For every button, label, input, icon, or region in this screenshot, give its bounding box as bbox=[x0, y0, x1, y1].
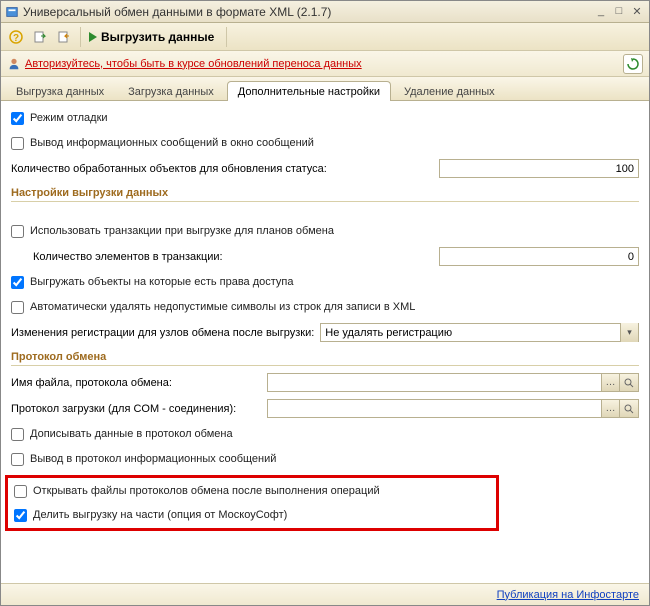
proto-load-search-button[interactable] bbox=[620, 399, 639, 418]
file-out-icon bbox=[57, 30, 71, 44]
split-parts-label: Делить выгрузку на части (опция от Моско… bbox=[33, 509, 287, 521]
tab-bar: Выгрузка данных Загрузка данных Дополнит… bbox=[1, 77, 649, 101]
export-button[interactable]: Выгрузить данные bbox=[86, 26, 221, 48]
split-parts-checkbox[interactable] bbox=[14, 509, 27, 522]
tab-delete[interactable]: Удаление данных bbox=[393, 81, 506, 101]
reg-changes-value: Не удалять регистрацию bbox=[325, 327, 452, 339]
tab-export[interactable]: Выгрузка данных bbox=[5, 81, 115, 101]
export-rights-checkbox[interactable] bbox=[11, 276, 24, 289]
proto-file-label: Имя файла, протокола обмена: bbox=[11, 377, 261, 389]
append-proto-checkbox[interactable] bbox=[11, 428, 24, 441]
info-window-checkbox[interactable] bbox=[11, 137, 24, 150]
debug-mode-checkbox[interactable] bbox=[11, 112, 24, 125]
use-transactions-checkbox[interactable] bbox=[11, 225, 24, 238]
trans-count-input[interactable] bbox=[439, 247, 639, 266]
toolbar: ? Выгрузить данные bbox=[1, 23, 649, 51]
highlight-box: Открывать файлы протоколов обмена после … bbox=[5, 475, 499, 531]
tab-settings[interactable]: Дополнительные настройки bbox=[227, 81, 391, 101]
section-export-title: Настройки выгрузки данных bbox=[11, 187, 639, 202]
window-title: Универсальный обмен данными в формате XM… bbox=[23, 5, 591, 19]
export-button-label: Выгрузить данные bbox=[101, 30, 214, 44]
save-file-button[interactable] bbox=[53, 26, 75, 48]
open-proto-label: Открывать файлы протоколов обмена после … bbox=[33, 485, 380, 497]
file-in-icon bbox=[33, 30, 47, 44]
maximize-button[interactable]: □ bbox=[611, 5, 627, 19]
processed-count-input[interactable] bbox=[439, 159, 639, 178]
auto-remove-checkbox[interactable] bbox=[11, 301, 24, 314]
app-icon bbox=[5, 5, 19, 19]
proto-file-input[interactable] bbox=[267, 373, 601, 392]
app-window: Универсальный обмен данными в формате XM… bbox=[0, 0, 650, 606]
processed-count-label: Количество обработанных объектов для обн… bbox=[11, 163, 327, 175]
use-transactions-label: Использовать транзакции при выгрузке для… bbox=[30, 225, 334, 237]
load-file-button[interactable] bbox=[29, 26, 51, 48]
reg-changes-label: Изменения регистрации для узлов обмена п… bbox=[11, 327, 314, 339]
refresh-icon bbox=[627, 58, 639, 70]
export-rights-label: Выгружать объекты на которые есть права … bbox=[30, 276, 294, 288]
magnifier-icon bbox=[624, 378, 634, 388]
help-icon: ? bbox=[9, 30, 23, 44]
auth-bar: Авторизуйтесь, чтобы быть в курсе обновл… bbox=[1, 51, 649, 77]
magnifier-icon bbox=[624, 404, 634, 414]
proto-load-input[interactable] bbox=[267, 399, 601, 418]
reg-changes-select[interactable]: Не удалять регистрацию bbox=[320, 323, 639, 342]
person-icon bbox=[7, 57, 21, 71]
proto-file-browse-button[interactable]: … bbox=[601, 373, 620, 392]
close-button[interactable]: ✕ bbox=[629, 5, 645, 19]
proto-load-browse-button[interactable]: … bbox=[601, 399, 620, 418]
append-proto-label: Дописывать данные в протокол обмена bbox=[30, 428, 233, 440]
info-window-label: Вывод информационных сообщений в окно со… bbox=[30, 137, 314, 149]
play-icon bbox=[89, 32, 97, 42]
footer: Публикация на Инфостарте bbox=[1, 583, 649, 605]
help-button[interactable]: ? bbox=[5, 26, 27, 48]
debug-mode-label: Режим отладки bbox=[30, 112, 108, 124]
toolbar-divider bbox=[80, 27, 81, 47]
open-proto-checkbox[interactable] bbox=[14, 485, 27, 498]
proto-load-label: Протокол загрузки (для COM - соединения)… bbox=[11, 403, 261, 415]
chevron-down-icon bbox=[620, 323, 638, 342]
info-proto-checkbox[interactable] bbox=[11, 453, 24, 466]
footer-link[interactable]: Публикация на Инфостарте bbox=[497, 589, 639, 601]
proto-file-search-button[interactable] bbox=[620, 373, 639, 392]
trans-count-label: Количество элементов в транзакции: bbox=[33, 251, 223, 263]
toolbar-divider bbox=[226, 27, 227, 47]
settings-panel: Режим отладки Вывод информационных сообщ… bbox=[1, 101, 649, 583]
titlebar: Универсальный обмен данными в формате XM… bbox=[1, 1, 649, 23]
refresh-button[interactable] bbox=[623, 54, 643, 74]
auto-remove-label: Автоматически удалять недопустимые симво… bbox=[30, 301, 415, 313]
minimize-button[interactable]: _ bbox=[593, 5, 609, 19]
section-protocol-title: Протокол обмена bbox=[11, 351, 639, 366]
svg-text:?: ? bbox=[13, 33, 19, 44]
tab-import[interactable]: Загрузка данных bbox=[117, 81, 225, 101]
info-proto-label: Вывод в протокол информационных сообщени… bbox=[30, 453, 276, 465]
auth-link[interactable]: Авторизуйтесь, чтобы быть в курсе обновл… bbox=[25, 58, 362, 70]
